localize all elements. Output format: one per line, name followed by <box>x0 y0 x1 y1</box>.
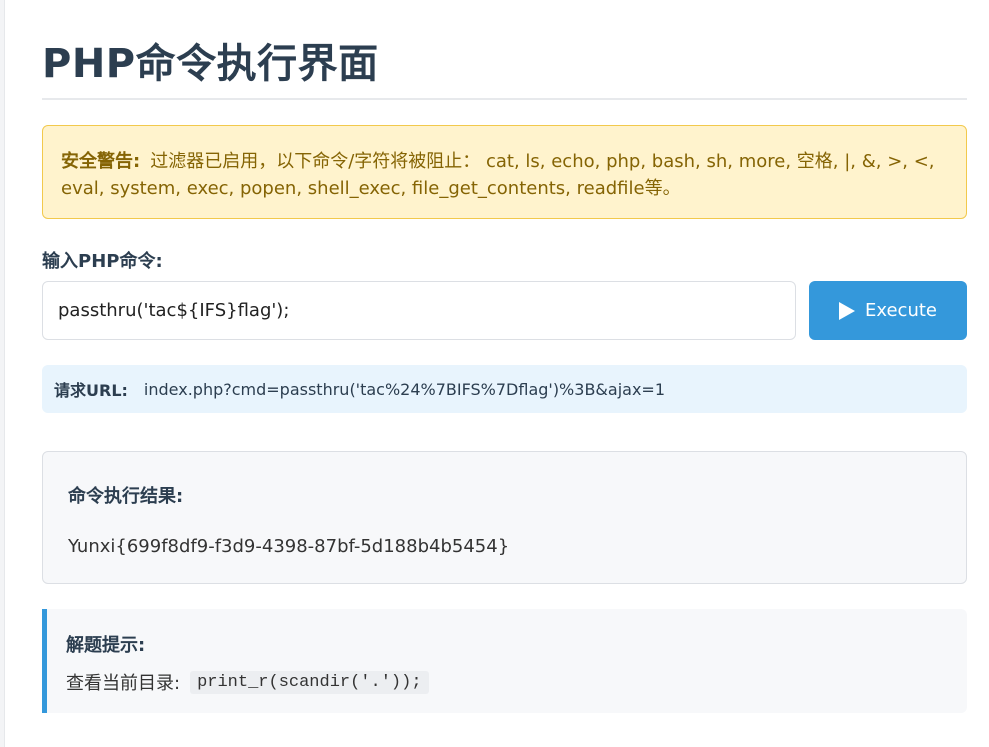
play-icon <box>839 301 855 320</box>
request-url-box: 请求URL: index.php?cmd=passthru('tac%24%7B… <box>42 365 967 413</box>
page-container: PHP命令执行界面 安全警告: 过滤器已启用，以下命令/字符将被阻止： cat, … <box>4 0 989 747</box>
warning-label: 安全警告: <box>61 151 141 172</box>
security-warning: 安全警告: 过滤器已启用，以下命令/字符将被阻止： cat, ls, echo, … <box>42 125 967 219</box>
result-title: 命令执行结果: <box>68 486 184 507</box>
warning-text: 过滤器已启用，以下命令/字符将被阻止： cat, ls, echo, php, … <box>61 151 935 199</box>
command-input[interactable] <box>42 281 796 340</box>
command-input-label: 输入PHP命令: <box>42 251 163 272</box>
hint-text: 查看当前目录: <box>66 673 181 694</box>
hint-code: print_r(scandir('.')); <box>190 670 429 694</box>
request-url-label: 请求URL: <box>54 381 128 400</box>
result-panel: 命令执行结果: Yunxi{699f8df9-f3d9-4398-87bf-5d… <box>42 451 967 584</box>
hint-line: 查看当前目录: print_r(scandir('.')); <box>66 669 429 695</box>
hint-title: 解题提示: <box>66 635 146 656</box>
execute-button-label: Execute <box>865 300 937 321</box>
execute-button[interactable]: Execute <box>809 281 967 340</box>
page-title: PHP命令执行界面 <box>42 41 379 87</box>
title-divider <box>42 98 967 100</box>
result-output: Yunxi{699f8df9-f3d9-4398-87bf-5d188b4b54… <box>68 536 510 557</box>
hint-panel: 解题提示: 查看当前目录: print_r(scandir('.')); <box>42 609 967 713</box>
request-url-value: index.php?cmd=passthru('tac%24%7BIFS%7Df… <box>143 379 665 399</box>
